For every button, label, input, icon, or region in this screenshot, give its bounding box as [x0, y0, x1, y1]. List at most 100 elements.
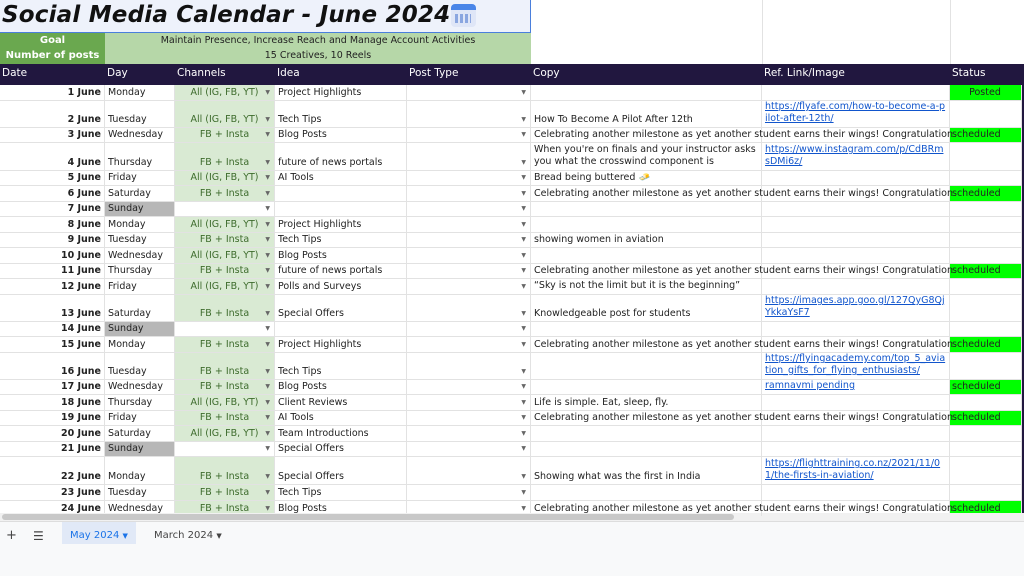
dropdown-arrow-icon[interactable]: ▼	[521, 116, 526, 123]
posts-value[interactable]: 15 Creatives, 10 Reels	[105, 48, 531, 64]
day-cell[interactable]: Friday	[105, 411, 175, 425]
ref-link-cell[interactable]	[762, 279, 950, 294]
tab-may-2024[interactable]: May 2024 ▼	[62, 522, 136, 544]
post-type-dropdown[interactable]: ▼	[407, 426, 531, 441]
channels-dropdown[interactable]: FB + Insta ▼	[175, 128, 275, 142]
dropdown-arrow-icon[interactable]: ▼	[265, 445, 270, 452]
date-cell[interactable]: 17 June	[0, 380, 105, 394]
dropdown-arrow-icon[interactable]: ▼	[521, 383, 526, 390]
date-cell[interactable]: 22 June	[0, 457, 105, 484]
copy-cell[interactable]: Celebrating another milestone as yet ano…	[531, 186, 953, 201]
day-cell[interactable]: Monday	[105, 457, 175, 484]
dropdown-arrow-icon[interactable]: ▼	[265, 489, 270, 496]
copy-cell[interactable]	[531, 380, 762, 394]
date-cell[interactable]: 11 June	[0, 264, 105, 278]
channels-dropdown[interactable]: All (IG, FB, YT) ▼	[175, 171, 275, 185]
sheet-title-cell[interactable]: Social Media Calendar - June 2024	[0, 0, 531, 33]
status-cell[interactable]	[950, 217, 1022, 232]
day-cell[interactable]: Monday	[105, 217, 175, 232]
channels-dropdown[interactable]: FB + Insta ▼	[175, 380, 275, 394]
dropdown-arrow-icon[interactable]: ▼	[265, 267, 270, 274]
date-cell[interactable]: 19 June	[0, 411, 105, 425]
idea-cell[interactable]: future of news portals	[275, 264, 407, 278]
copy-cell[interactable]: Life is simple. Eat, sleep, fly.	[531, 395, 762, 410]
ref-link-cell[interactable]: https://flyingacademy.com/top_5_aviation…	[762, 353, 950, 379]
idea-cell[interactable]: Special Offers	[275, 295, 407, 321]
day-cell[interactable]: Tuesday	[105, 485, 175, 500]
post-type-dropdown[interactable]: ▼	[407, 143, 531, 170]
idea-cell[interactable]: Tech Tips	[275, 353, 407, 379]
status-cell[interactable]: scheduled	[950, 337, 1022, 352]
copy-cell[interactable]	[531, 322, 762, 336]
dropdown-arrow-icon[interactable]: ▼	[521, 430, 526, 437]
channels-dropdown[interactable]: FB + Insta ▼	[175, 295, 275, 321]
post-type-dropdown[interactable]: ▼	[407, 128, 531, 142]
goal-value[interactable]: Maintain Presence, Increase Reach and Ma…	[105, 33, 531, 49]
dropdown-arrow-icon[interactable]: ▼	[265, 159, 270, 166]
day-cell[interactable]: Thursday	[105, 143, 175, 170]
copy-cell[interactable]: “Sky is not the limit but it is the begi…	[531, 279, 762, 294]
day-cell[interactable]: Tuesday	[105, 353, 175, 379]
ref-link-cell[interactable]: ramnavmi pending	[762, 380, 950, 394]
dropdown-arrow-icon[interactable]: ▼	[265, 383, 270, 390]
post-type-dropdown[interactable]: ▼	[407, 337, 531, 352]
dropdown-arrow-icon[interactable]: ▼	[265, 283, 270, 290]
copy-cell[interactable]	[531, 442, 762, 456]
dropdown-arrow-icon[interactable]: ▼	[265, 399, 270, 406]
dropdown-arrow-icon[interactable]: ▼	[265, 236, 270, 243]
dropdown-arrow-icon[interactable]: ▼	[265, 505, 270, 512]
post-type-dropdown[interactable]: ▼	[407, 186, 531, 201]
ref-link-cell[interactable]	[762, 248, 950, 263]
idea-cell[interactable]	[275, 202, 407, 216]
channels-dropdown[interactable]: All (IG, FB, YT) ▼	[175, 101, 275, 127]
copy-cell[interactable]	[531, 85, 762, 100]
post-type-dropdown[interactable]: ▼	[407, 322, 531, 336]
channels-dropdown[interactable]: ▼	[175, 202, 275, 216]
dropdown-arrow-icon[interactable]: ▼	[521, 190, 526, 197]
post-type-dropdown[interactable]: ▼	[407, 248, 531, 263]
dropdown-arrow-icon[interactable]: ▼	[265, 414, 270, 421]
status-cell[interactable]: scheduled	[950, 186, 1022, 201]
post-type-dropdown[interactable]: ▼	[407, 295, 531, 321]
status-cell[interactable]: scheduled	[950, 264, 1022, 278]
dropdown-arrow-icon[interactable]: ▼	[265, 430, 270, 437]
date-cell[interactable]: 7 June	[0, 202, 105, 216]
idea-cell[interactable]: Tech Tips	[275, 485, 407, 500]
post-type-dropdown[interactable]: ▼	[407, 233, 531, 247]
dropdown-arrow-icon[interactable]: ▼	[521, 174, 526, 181]
post-type-dropdown[interactable]: ▼	[407, 202, 531, 216]
ref-link-cell[interactable]	[762, 426, 950, 441]
day-cell[interactable]: Saturday	[105, 426, 175, 441]
ref-link-cell[interactable]	[762, 322, 950, 336]
ref-link-cell[interactable]	[762, 85, 950, 100]
day-cell[interactable]: Sunday	[105, 322, 175, 336]
day-cell[interactable]: Wednesday	[105, 380, 175, 394]
channels-dropdown[interactable]: ▼	[175, 322, 275, 336]
idea-cell[interactable]: future of news portals	[275, 143, 407, 170]
ref-link-cell[interactable]	[762, 171, 950, 185]
ref-link-cell[interactable]	[762, 217, 950, 232]
post-type-dropdown[interactable]: ▼	[407, 279, 531, 294]
post-type-dropdown[interactable]: ▼	[407, 171, 531, 185]
idea-cell[interactable]	[275, 186, 407, 201]
status-cell[interactable]	[950, 101, 1022, 127]
ref-link-cell[interactable]: https://www.instagram.com/p/CdBRmsDMi6z/	[762, 143, 950, 170]
copy-cell[interactable]	[531, 485, 762, 500]
channels-dropdown[interactable]: FB + Insta ▼	[175, 411, 275, 425]
idea-cell[interactable]: AI Tools	[275, 411, 407, 425]
ref-link-cell[interactable]	[762, 442, 950, 456]
channels-dropdown[interactable]: FB + Insta ▼	[175, 337, 275, 352]
day-cell[interactable]: Sunday	[105, 202, 175, 216]
date-cell[interactable]: 5 June	[0, 171, 105, 185]
ref-link-cell[interactable]	[762, 485, 950, 500]
date-cell[interactable]: 10 June	[0, 248, 105, 263]
date-cell[interactable]: 6 June	[0, 186, 105, 201]
idea-cell[interactable]: Special Offers	[275, 442, 407, 456]
date-cell[interactable]: 4 June	[0, 143, 105, 170]
channels-dropdown[interactable]: FB + Insta ▼	[175, 143, 275, 170]
date-cell[interactable]: 12 June	[0, 279, 105, 294]
status-cell[interactable]	[950, 279, 1022, 294]
post-type-dropdown[interactable]: ▼	[407, 85, 531, 100]
idea-cell[interactable]: Project Highlights	[275, 337, 407, 352]
copy-cell[interactable]	[531, 353, 762, 379]
